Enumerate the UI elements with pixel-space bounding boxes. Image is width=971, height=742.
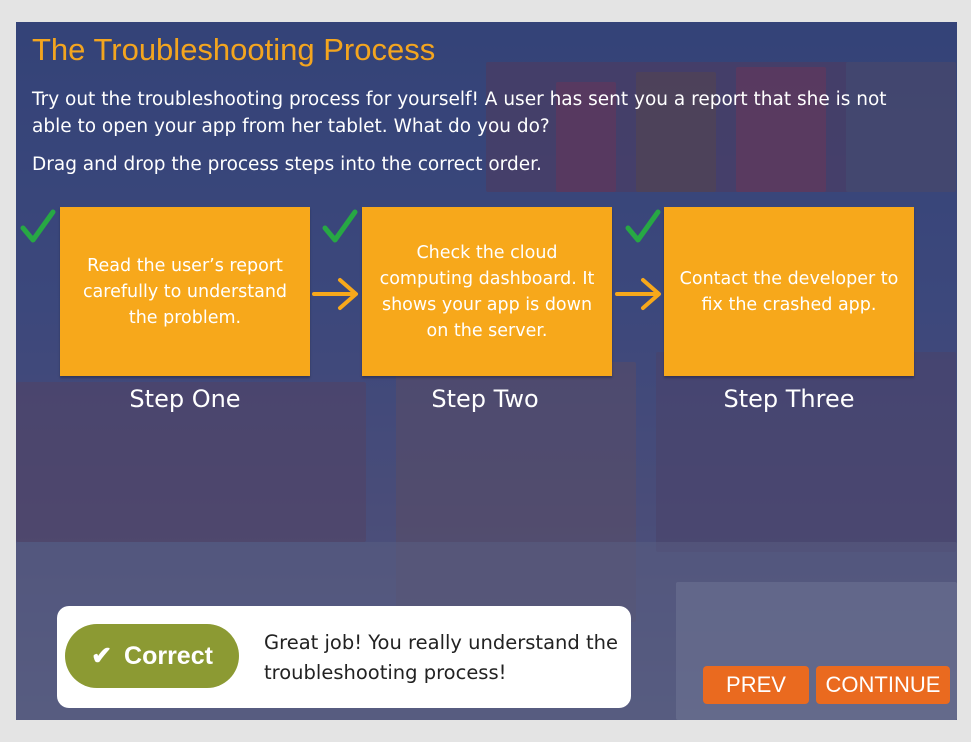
step-two-text: Check the cloud computing dashboard. It … bbox=[379, 242, 595, 341]
instruction-text: Drag and drop the process steps into the… bbox=[32, 154, 542, 175]
arrow-right-icon bbox=[312, 278, 358, 310]
arrow-right-icon bbox=[615, 278, 661, 310]
slide: The Troubleshooting Process Try out the … bbox=[16, 22, 957, 720]
check-icon bbox=[322, 209, 358, 243]
step-one-text: Read the user’s report carefully to unde… bbox=[82, 255, 288, 328]
check-icon bbox=[625, 209, 661, 243]
check-icon bbox=[20, 209, 56, 243]
step-two-label: Step Two bbox=[431, 385, 539, 413]
checkmark-icon: ✔ bbox=[91, 642, 113, 670]
prev-button[interactable]: PREV bbox=[703, 666, 809, 704]
step-three-label: Step Three bbox=[723, 385, 855, 413]
step-card-three[interactable]: Contact the developer to fix the crashed… bbox=[664, 207, 914, 376]
page-title: The Troubleshooting Process bbox=[32, 32, 436, 67]
continue-button[interactable]: CONTINUE bbox=[816, 666, 950, 704]
correct-label: Correct bbox=[124, 641, 213, 670]
step-one-label: Step One bbox=[129, 385, 241, 413]
correct-badge: ✔ Correct bbox=[65, 624, 239, 688]
step-card-two[interactable]: Check the cloud computing dashboard. It … bbox=[362, 207, 612, 376]
step-three-text: Contact the developer to fix the crashed… bbox=[679, 268, 899, 315]
intro-text: Try out the troubleshooting process for … bbox=[32, 89, 887, 137]
step-card-one[interactable]: Read the user’s report carefully to unde… bbox=[60, 207, 310, 376]
feedback-message: Great job! You really understand the tro… bbox=[264, 631, 618, 684]
feedback-box: ✔ Correct Great job! You really understa… bbox=[57, 606, 631, 708]
